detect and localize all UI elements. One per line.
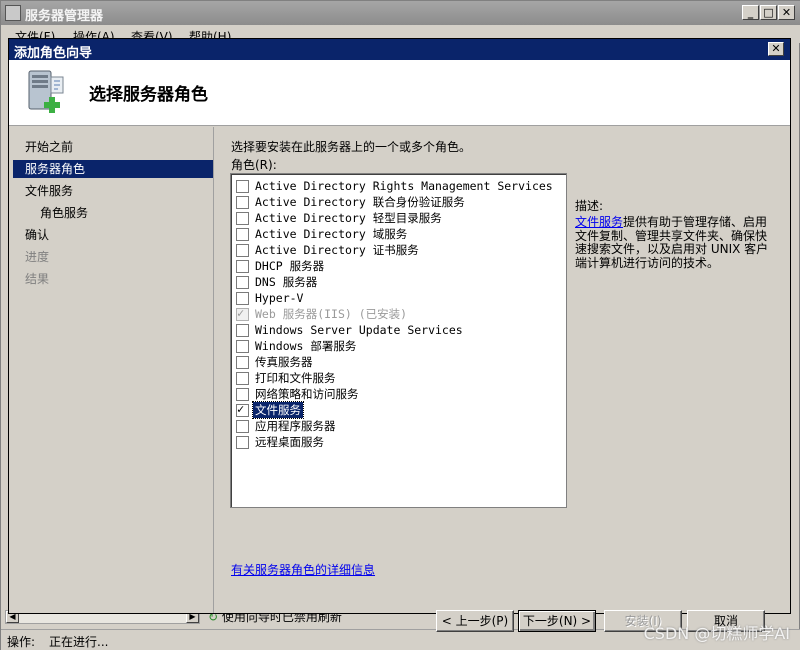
description-text: 文件服务提供有助于管理存储、启用文件复制、管理共享文件夹、确保快速搜索文件，以及… [575,215,769,270]
server-add-role-icon [28,70,64,113]
checkbox[interactable] [236,291,249,305]
role-item-nps[interactable]: 网络策略和访问服务 [236,386,359,402]
description-label: 描述: [575,199,604,213]
close-window-button[interactable]: ✕ [778,5,795,20]
role-item-wds[interactable]: Windows 部署服务 [236,338,356,354]
page-title: 选择服务器角色 [89,85,208,105]
watermark: CSDN @切糕师学AI [643,624,790,643]
checkbox[interactable] [236,355,249,369]
role-item-print-file[interactable]: 打印和文件服务 [236,370,336,386]
checkmark-icon: ✓ [237,401,245,416]
nav-step-role-services[interactable]: 角色服务 [13,204,213,222]
nav-step-progress: 进度 [25,250,50,264]
role-item-web-server-iis: ✓ Web 服务器(IIS) (已安装) [236,305,408,321]
server-manager-app-icon [5,5,21,21]
wizard-header: 选择服务器角色 [9,60,790,126]
nav-step-file-services[interactable]: 文件服务 [13,182,213,200]
role-item-ad-lds[interactable]: Active Directory 轻型目录服务 [236,210,442,226]
dialog-close-button[interactable]: ✕ [768,42,784,56]
checkbox-checked[interactable]: ✓ [236,401,249,417]
role-item-fax-server[interactable]: 传真服务器 [236,354,313,370]
checkbox[interactable] [236,339,249,353]
wizard-steps-nav: 开始之前 服务器角色 文件服务 角色服务 确认 进度 结果 [9,127,214,613]
back-button[interactable]: < 上一步(P) [436,610,514,632]
wizard-content: 选择要安装在此服务器上的一个或多个角色。 角色(R): Active Direc… [215,127,790,632]
role-item-wsus[interactable]: Windows Server Update Services [236,322,463,338]
maximize-button[interactable]: □ [760,5,777,20]
checkbox[interactable] [236,243,249,257]
server-manager-title-bar: 服务器管理器 _ □ ✕ [1,1,800,25]
roles-label: 角色(R): [231,158,277,172]
role-item-app-server[interactable]: 应用程序服务器 [236,418,336,434]
checkbox[interactable] [236,179,249,193]
server-manager-title: 服务器管理器 [25,9,104,24]
role-item-ad-fs[interactable]: Active Directory 联合身份验证服务 [236,194,465,210]
dialog-title-bar: 添加角色向导 ✕ [9,39,790,61]
dialog-title: 添加角色向导 [14,46,93,61]
checkbox[interactable] [236,227,249,241]
role-item-ad-cs[interactable]: Active Directory 证书服务 [236,242,419,258]
checkbox[interactable] [236,371,249,385]
nav-step-confirmation[interactable]: 确认 [13,226,213,244]
status-label: 操作: [7,635,36,649]
role-item-file-services[interactable]: ✓ 文件服务 [236,401,304,419]
minimize-button[interactable]: _ [742,5,759,20]
role-item-dhcp[interactable]: DHCP 服务器 [236,258,324,274]
checkbox[interactable] [236,195,249,209]
add-roles-wizard-dialog: 添加角色向导 ✕ 选择服务器角色 开始之前 服务器角色 文件服务 角色服务 确认… [8,38,791,632]
role-item-ad-rms[interactable]: Active Directory Rights Management Servi… [236,178,553,194]
checkmark-icon: ✓ [237,305,245,320]
role-item-hyper-v[interactable]: Hyper-V [236,290,303,306]
checkbox[interactable] [236,259,249,273]
more-info-link[interactable]: 有关服务器角色的详细信息 [231,561,375,578]
checkbox[interactable] [236,419,249,433]
nav-step-results: 结果 [25,272,50,286]
checkbox[interactable] [236,323,249,337]
status-value: 正在进行... [49,635,109,649]
next-button[interactable]: 下一步(N) > [518,610,596,632]
checkbox-checked: ✓ [236,305,249,321]
instruction-text: 选择要安装在此服务器上的一个或多个角色。 [231,140,472,154]
checkbox[interactable] [236,211,249,225]
checkbox[interactable] [236,387,249,401]
role-item-dns[interactable]: DNS 服务器 [236,274,317,290]
description-role-link[interactable]: 文件服务 [575,215,623,229]
role-item-ad-ds[interactable]: Active Directory 域服务 [236,226,407,242]
nav-step-before-you-begin[interactable]: 开始之前 [13,138,213,156]
nav-step-server-roles[interactable]: 服务器角色 [13,160,213,178]
checkbox[interactable] [236,435,249,449]
checkbox[interactable] [236,275,249,289]
roles-list[interactable]: Active Directory Rights Management Servi… [230,173,567,508]
role-item-rds[interactable]: 远程桌面服务 [236,434,324,450]
